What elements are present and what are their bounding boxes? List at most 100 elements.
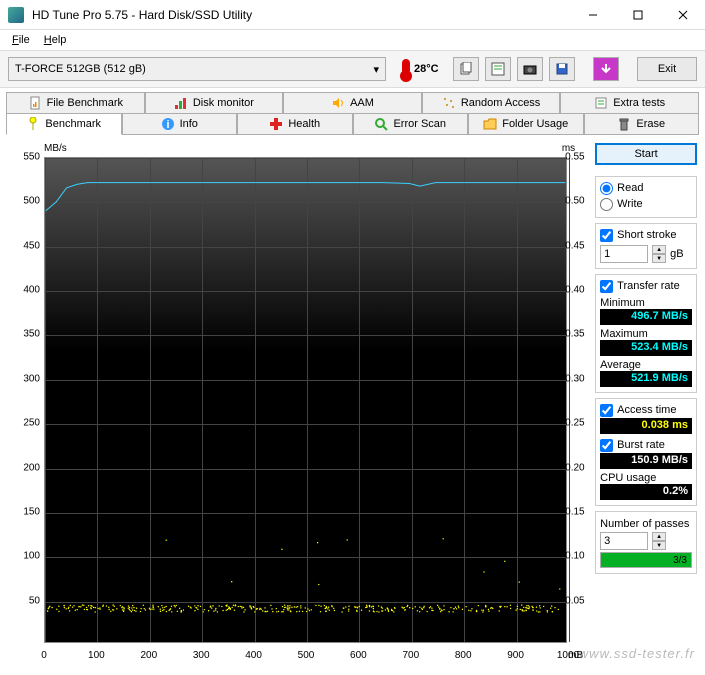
temperature-display: 28°C [402,59,439,79]
disk-monitor-icon [174,96,188,110]
copy-results-button[interactable] [485,57,511,81]
options-button[interactable] [593,57,619,81]
tab-file-benchmark[interactable]: File Benchmark [6,92,145,114]
benchmark-icon [26,117,40,131]
y-left-tick: 350 [8,329,40,340]
tab-random-access[interactable]: Random Access [422,92,561,114]
passes-spinner[interactable]: ▲▼ [652,532,666,550]
info-icon: i [161,117,175,131]
passes-progress-text: 3/3 [673,553,687,567]
tab-aam[interactable]: AAM [283,92,422,114]
tab-error-scan[interactable]: Error Scan [353,113,469,135]
titlebar: HD Tune Pro 5.75 - Hard Disk/SSD Utility [0,0,705,30]
average-value: 521.9 MB/s [600,371,692,387]
tab-extra-tests[interactable]: Extra tests [560,92,699,114]
random-access-icon [442,96,456,110]
x-tick: 300 [193,650,210,661]
tab-info[interactable]: iInfo [122,113,238,135]
copy-info-button[interactable] [453,57,479,81]
write-radio[interactable] [600,198,613,211]
y-right-tick: 0.35 [565,329,587,340]
tab-disk-monitor[interactable]: Disk monitor [145,92,284,114]
passes-group: Number of passes ▲▼ 3/3 [595,511,697,574]
cpu-usage-label: CPU usage [600,472,692,484]
y-left-tick: 250 [8,418,40,429]
minimum-label: Minimum [600,297,692,309]
minimize-button[interactable] [570,0,615,29]
health-icon [269,117,283,131]
close-button[interactable] [660,0,705,29]
y-right-tick: 0.30 [565,373,587,384]
y-left-tick: 400 [8,285,40,296]
y-right-tick: 0.50 [565,196,587,207]
access-time-value: 0.038 ms [600,418,692,434]
x-tick: 900 [507,650,524,661]
y-left-tick: 100 [8,551,40,562]
y-left-tick: 200 [8,462,40,473]
menu-file[interactable]: File [6,32,36,48]
chevron-down-icon: ▾ [373,63,379,76]
tab-erase[interactable]: Erase [584,113,700,135]
y-left-tick: 300 [8,373,40,384]
erase-icon [617,117,631,131]
tab-row-bottom: Benchmark iInfo Health Error Scan Folder… [6,113,699,135]
folder-icon [483,117,497,131]
x-tick: 700 [402,650,419,661]
y-right-tick: 0.55 [565,152,587,163]
y-right-tick: 0.45 [565,240,587,251]
start-button[interactable]: Start [595,143,697,165]
menubar: File Help [0,30,705,50]
toolbar: T-FORCE 512GB (512 gB) ▾ 28°C Exit [0,50,705,88]
error-scan-icon [374,117,388,131]
aam-icon [331,96,345,110]
menu-help[interactable]: Help [38,32,73,48]
y-left-tick: 150 [8,506,40,517]
short-stroke-input[interactable] [600,245,648,263]
short-stroke-spinner[interactable]: ▲▼ [652,245,666,263]
x-tick: 400 [245,650,262,661]
y-left-tick: 50 [8,595,40,606]
drive-select[interactable]: T-FORCE 512GB (512 gB) ▾ [8,57,386,81]
save-button[interactable] [549,57,575,81]
minimum-value: 496.7 MB/s [600,309,692,325]
y-right-tick: 0.40 [565,285,587,296]
short-stroke-checkbox[interactable] [600,229,613,242]
exit-button[interactable]: Exit [637,57,697,81]
transfer-rate-checkbox[interactable] [600,280,613,293]
window-title: HD Tune Pro 5.75 - Hard Disk/SSD Utility [32,8,570,22]
svg-text:i: i [166,119,169,131]
passes-input[interactable] [600,532,648,550]
y-right-tick: 0.05 [565,595,587,606]
y-left-axis-label: MB/s [44,143,67,154]
x-tick: 0 [41,650,47,661]
access-burst-group: Access time 0.038 ms Burst rate 150.9 MB… [595,398,697,506]
short-stroke-group: Short stroke ▲▼ gB [595,223,697,269]
temperature-value: 28°C [414,63,439,75]
y-left-tick: 550 [8,152,40,163]
y-right-tick: 0.25 [565,418,587,429]
side-panel: Start Read Write Short stroke ▲▼ gB Tran… [587,143,697,671]
app-icon [8,7,24,23]
tab-benchmark[interactable]: Benchmark [6,113,122,135]
maximum-value: 523.4 MB/s [600,340,692,356]
x-tick: 200 [140,650,157,661]
burst-rate-checkbox[interactable] [600,439,613,452]
maximize-button[interactable] [615,0,660,29]
file-benchmark-icon [28,96,42,110]
y-right-tick: 0.20 [565,462,587,473]
tab-folder-usage[interactable]: Folder Usage [468,113,584,135]
screenshot-button[interactable] [517,57,543,81]
y-left-tick: 500 [8,196,40,207]
tab-row-top: File Benchmark Disk monitor AAM Random A… [6,92,699,114]
x-tick: 100 [88,650,105,661]
x-tick: 1000 [557,650,579,661]
x-tick: 800 [455,650,472,661]
read-radio[interactable] [600,182,613,195]
burst-rate-value: 150.9 MB/s [600,453,692,469]
benchmark-chart: MB/s ms mB 500.051000.101500.152000.2025… [8,143,587,671]
access-time-checkbox[interactable] [600,404,613,417]
y-left-tick: 450 [8,240,40,251]
cpu-usage-value: 0.2% [600,484,692,500]
x-tick: 500 [298,650,315,661]
tab-health[interactable]: Health [237,113,353,135]
